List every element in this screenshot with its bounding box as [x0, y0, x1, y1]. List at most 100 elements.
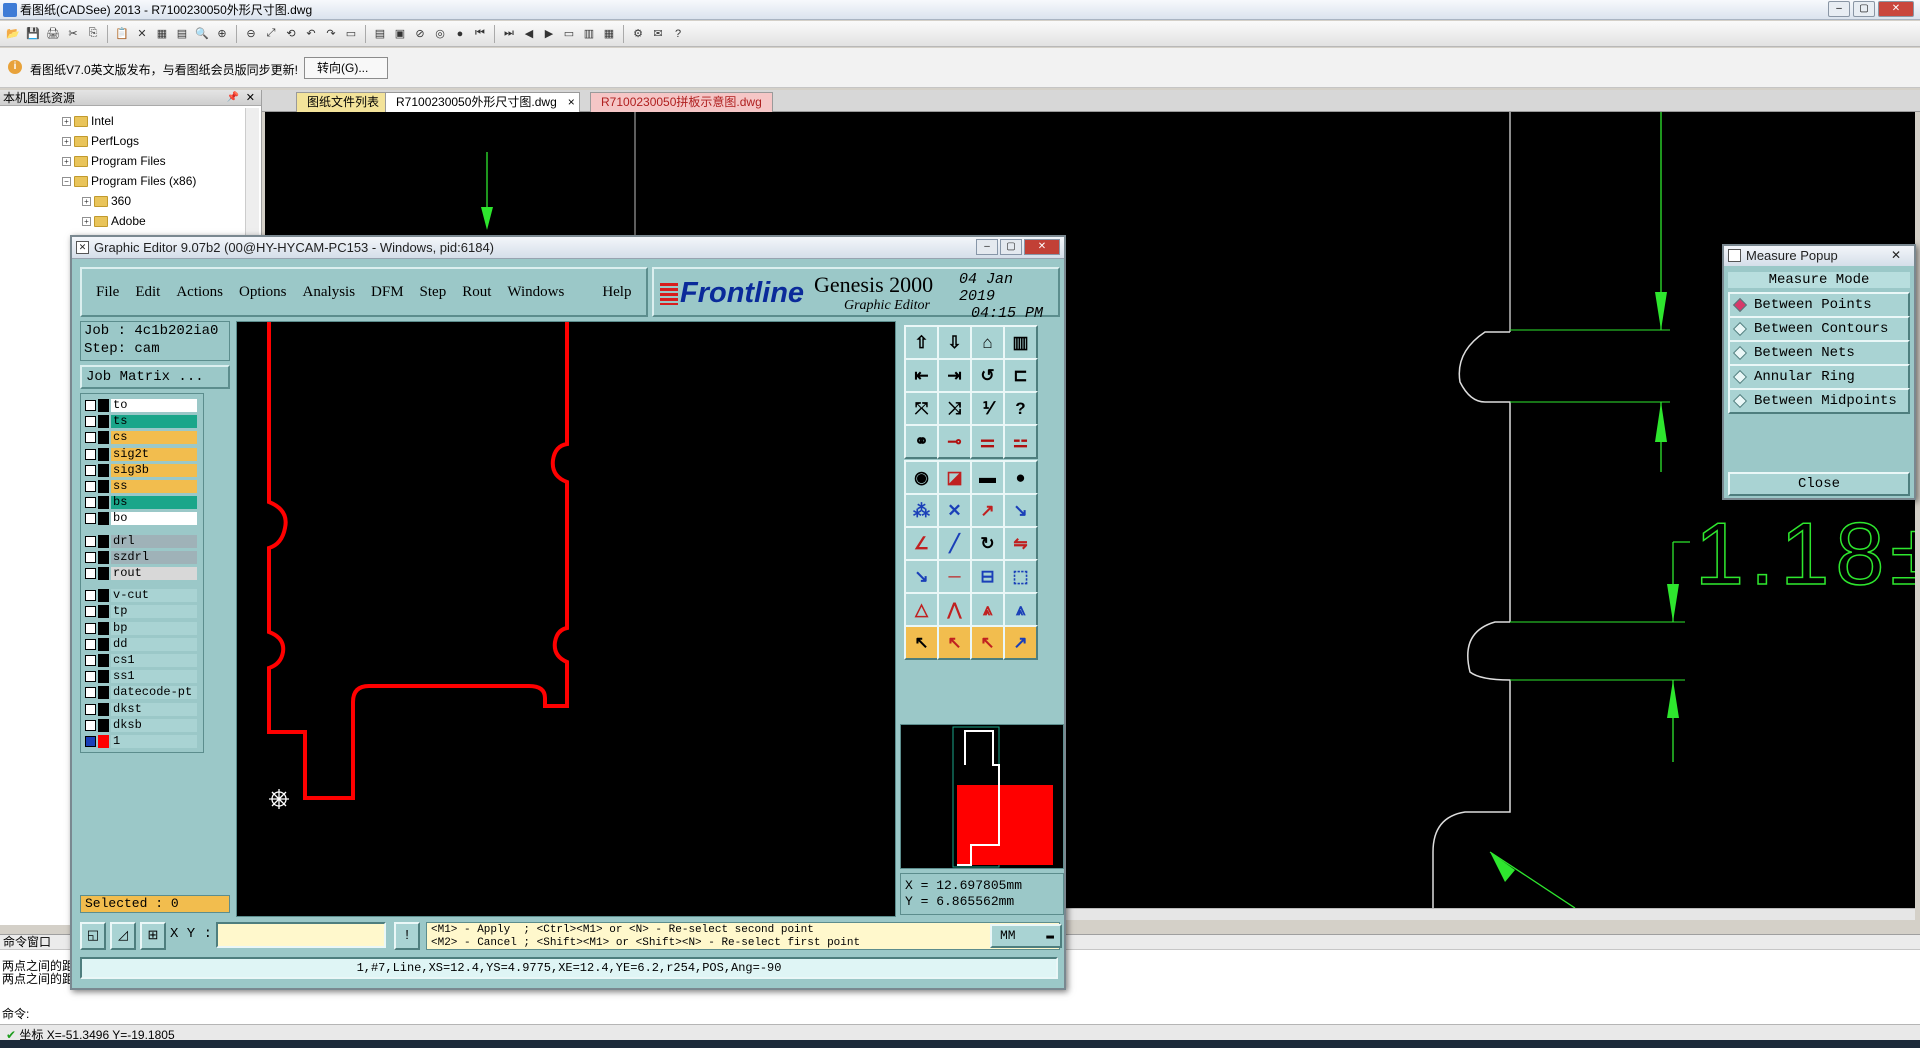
layer-row[interactable]: datecode-pt — [85, 685, 197, 700]
toolbar-button-18[interactable]: ▣ — [391, 25, 409, 43]
menu-options[interactable]: Options — [233, 284, 297, 301]
toolbar-button-30[interactable]: ✉ — [649, 25, 667, 43]
measure-option-between-points[interactable]: Between Points — [1728, 292, 1910, 318]
editor-close-button[interactable]: ✕ — [1024, 239, 1060, 255]
measure-option-between-contours[interactable]: Between Contours — [1728, 316, 1910, 342]
pad-icon[interactable]: ◉ — [904, 460, 939, 495]
layer-row[interactable]: sig3b — [85, 463, 197, 478]
layer-row[interactable]: dkst — [85, 702, 197, 717]
measure-option-between-midpoints[interactable]: Between Midpoints — [1728, 388, 1910, 414]
toolbar-button-29[interactable]: ⚙ — [629, 25, 647, 43]
compare-icon[interactable]: ⚌ — [970, 424, 1005, 459]
menu-actions[interactable]: Actions — [170, 284, 233, 301]
snap-center-icon[interactable]: ⊞ — [140, 922, 166, 950]
link-icon[interactable]: ↘ — [1003, 493, 1038, 528]
menu-analysis[interactable]: Analysis — [297, 284, 366, 301]
toolbar-button-11[interactable]: ⊖ — [242, 25, 260, 43]
layer-checkbox[interactable] — [85, 736, 96, 747]
layer-down-icon[interactable]: ⇩ — [937, 325, 972, 360]
measure-close-icon[interactable]: ✕ — [1882, 247, 1910, 263]
tree-item[interactable]: +360 — [82, 192, 131, 210]
tree-item[interactable]: + Program Files — [62, 152, 166, 170]
toolbar-button-26[interactable]: ▭ — [560, 25, 578, 43]
layer-checkbox[interactable] — [85, 400, 96, 411]
layer-row[interactable]: tp — [85, 604, 197, 619]
toolbar-button-20[interactable]: ◎ — [431, 25, 449, 43]
copy-icon[interactable]: ◪ — [937, 460, 972, 495]
layer-checkbox[interactable] — [85, 513, 96, 525]
ruler-icon[interactable]: ▬ — [970, 460, 1005, 495]
pin-icon[interactable]: 📌 — [227, 90, 239, 106]
measure-option-between-nets[interactable]: Between Nets — [1728, 340, 1910, 366]
distance-icon[interactable]: ⊟ — [970, 559, 1005, 594]
layer-checkbox[interactable] — [85, 464, 96, 476]
menu-dfm[interactable]: DFM — [365, 284, 414, 301]
layer-row[interactable]: cs — [85, 430, 197, 445]
layer-row[interactable]: sig2t — [85, 447, 197, 462]
layer-name[interactable]: v-cut — [111, 589, 197, 603]
layer-row[interactable]: to — [85, 398, 197, 413]
circle-icon[interactable]: ● — [1003, 460, 1038, 495]
layer-row[interactable]: cs1 — [85, 653, 197, 668]
layer-checkbox[interactable] — [85, 655, 96, 666]
toolbar-button-3[interactable]: ✂ — [64, 25, 82, 43]
import-icon[interactable]: ⇤ — [904, 358, 939, 393]
layer-name[interactable]: dksb — [111, 718, 197, 732]
toolbar-button-21[interactable]: ● — [451, 25, 469, 43]
layer-checkbox[interactable] — [85, 481, 96, 492]
layer-row[interactable]: szdrl — [85, 550, 197, 565]
layer-name[interactable]: dkst — [111, 702, 197, 716]
exclaim-icon[interactable]: ! — [394, 922, 420, 950]
help-icon[interactable]: ? — [1003, 391, 1038, 426]
toolbar-button-7[interactable]: ▦ — [153, 25, 171, 43]
layer-name[interactable]: to — [111, 399, 197, 412]
layer-name[interactable]: 1 — [111, 735, 197, 748]
select-icon[interactable]: ↖ — [937, 625, 972, 660]
expand-icon[interactable]: + — [62, 136, 71, 146]
layer-name[interactable]: bs — [111, 496, 197, 510]
layer-row[interactable]: 1 — [85, 734, 197, 749]
expand-icon[interactable]: − — [62, 176, 71, 186]
layer-name[interactable]: rout — [111, 567, 197, 580]
toolbar-button-8[interactable]: ▤ — [173, 25, 191, 43]
layer-name[interactable]: ss — [111, 480, 197, 493]
layer-name[interactable]: tp — [111, 605, 197, 619]
layer-row[interactable]: bp — [85, 621, 197, 636]
ref-icon[interactable]: ⇋ — [1003, 526, 1038, 561]
line-icon[interactable]: ╱ — [937, 526, 972, 561]
layer-checkbox[interactable] — [85, 551, 96, 563]
layer-checkbox[interactable] — [85, 638, 96, 650]
close-button[interactable]: ✕ — [1878, 1, 1914, 17]
layer-checkbox[interactable] — [85, 432, 96, 444]
toolbar-button-5[interactable]: 📋 — [113, 25, 131, 43]
move-icon[interactable]: ↘ — [904, 559, 939, 594]
layer-checkbox[interactable] — [85, 590, 96, 602]
toolbar-button-9[interactable]: 🔍 — [193, 25, 211, 43]
editor-minimize-button[interactable]: – — [976, 239, 998, 255]
peak-icon[interactable]: ⩓ — [970, 592, 1005, 627]
rotate-icon[interactable]: ↖ — [970, 625, 1005, 660]
layer-name[interactable]: szdrl — [111, 550, 197, 564]
layer-name[interactable]: bo — [111, 512, 197, 526]
tab-close-icon[interactable]: × — [568, 93, 575, 111]
zoom-all-icon[interactable]: ⤨ — [937, 391, 972, 426]
layer-row[interactable]: v-cut — [85, 588, 197, 603]
arc-icon[interactable]: ↻ — [970, 526, 1005, 561]
undo-icon[interactable]: ↺ — [970, 358, 1005, 393]
toolbar-button-31[interactable]: ? — [669, 25, 687, 43]
toolbar-button-4[interactable]: ⎘ — [84, 25, 102, 43]
tree-item[interactable]: − Program Files (x86) — [62, 172, 196, 190]
compare2-icon[interactable]: ⚍ — [1003, 424, 1038, 459]
snap-grid-icon[interactable]: ◱ — [80, 922, 106, 950]
layer-name[interactable]: ss1 — [111, 670, 197, 684]
menu-file[interactable]: File — [90, 284, 129, 301]
layer-checkbox[interactable] — [85, 671, 96, 683]
group-icon[interactable]: ⬚ — [1003, 559, 1038, 594]
menu-help[interactable]: Help — [596, 284, 641, 301]
toolbar-button-2[interactable]: 🖨 — [44, 25, 62, 43]
command-prompt[interactable]: 命令: — [2, 1005, 29, 1022]
toolbar-button-1[interactable]: 💾 — [24, 25, 42, 43]
layer-checkbox[interactable] — [85, 687, 96, 699]
toolbar-button-22[interactable]: ⏮ — [471, 25, 489, 43]
arrow-point-icon[interactable]: ↗ — [970, 493, 1005, 528]
